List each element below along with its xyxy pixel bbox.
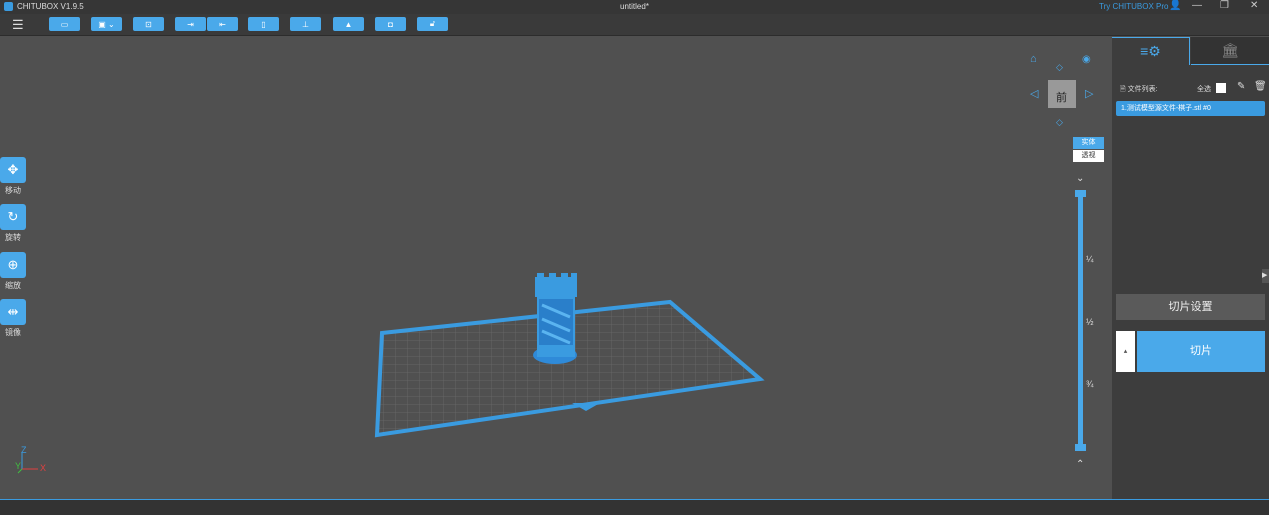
hollow-button[interactable]: ◘ — [375, 17, 406, 31]
minimize-icon[interactable]: — — [1192, 0, 1202, 11]
slider-top-handle[interactable] — [1075, 190, 1086, 197]
perspective-button[interactable]: 透视 — [1073, 150, 1104, 162]
move-icon: ✥ — [0, 157, 26, 183]
select-all-label: 全选 — [1197, 86, 1211, 93]
select-all-button[interactable]: ⊡ — [133, 17, 164, 31]
title-bar: CHITUBOX V1.9.5 untitled* Try CHITUBOX P… — [0, 0, 1269, 14]
rotate-icon: ↻ — [0, 204, 26, 230]
slice-settings-button[interactable]: 切片设置 — [1116, 294, 1265, 320]
mirror-tool[interactable]: ⇹ 镜像 — [0, 299, 26, 338]
collapse-panel-icon[interactable]: ▶ — [1262, 269, 1269, 283]
support-button[interactable]: ▲ — [333, 17, 364, 31]
open-button[interactable]: ▭ — [49, 17, 80, 31]
file-list-item[interactable]: 1.测试模型源文件-棋子.stl #0 — [1116, 101, 1265, 116]
machine-icon: 🏛︎ — [1221, 42, 1239, 58]
chess-rook-model[interactable] — [533, 273, 577, 364]
rotate-down-icon[interactable]: ◇ — [1056, 117, 1063, 127]
slice-options-toggle[interactable]: ▴ — [1116, 331, 1135, 372]
build-plate: Z Y X ⌄ ⌃ ¼ ½ ¾ ⌂ ◉ ◇ ◁ ▷ ◇ 前 — [15, 53, 1094, 474]
edit-icon[interactable]: ✎ — [1237, 81, 1245, 92]
select-all-checkbox[interactable] — [1216, 83, 1226, 93]
scale-label: 缩放 — [5, 281, 21, 290]
slider-mark: ¾ — [1086, 379, 1094, 389]
move-label: 移动 — [5, 186, 21, 195]
axis-x-label: X — [40, 463, 46, 473]
user-icon[interactable]: 👤 — [1169, 0, 1181, 11]
rotate-right-icon[interactable]: ▷ — [1085, 88, 1094, 100]
restore-icon[interactable]: ❐ — [1220, 0, 1229, 11]
lock-button[interactable]: 🔓︎ — [417, 17, 448, 31]
solid-view-button[interactable]: 实体 — [1073, 137, 1104, 149]
3d-viewport[interactable]: Z Y X ⌄ ⌃ ¼ ½ ¾ ⌂ ◉ ◇ ◁ ▷ ◇ 前 实体 透视 ✥ 移动 … — [0, 37, 1112, 500]
try-pro-link[interactable]: Try CHITUBOX Pro — [1099, 2, 1168, 11]
export-button[interactable]: ⇤ — [207, 17, 238, 31]
axis-z-label: Z — [21, 445, 27, 455]
home-view-icon[interactable]: ⌂ — [1030, 53, 1037, 65]
axis-y-label: Y — [15, 461, 21, 471]
hamburger-icon[interactable]: ☰ — [12, 17, 24, 33]
rotate-up-icon[interactable]: ◇ — [1056, 62, 1063, 72]
status-bar — [0, 499, 1269, 515]
slider-mark: ¼ — [1086, 254, 1094, 264]
file-button[interactable]: ▯ — [248, 17, 279, 31]
view-cube[interactable]: 前 — [1048, 80, 1076, 108]
slice-button[interactable]: 切片 — [1137, 331, 1265, 372]
rotate-tool[interactable]: ↻ 旋转 — [0, 204, 26, 243]
slider-up-arrow-icon[interactable]: ⌄ — [1076, 173, 1084, 184]
file-list-label: 🗎 文件列表: — [1120, 86, 1158, 93]
tab-files[interactable]: ≡⚙ — [1112, 37, 1190, 65]
layout-button[interactable]: ⊥ — [290, 17, 321, 31]
mirror-label: 镜像 — [5, 328, 21, 337]
scale-icon: ⊕ — [0, 252, 26, 278]
rotate-label: 旋转 — [5, 233, 21, 242]
save-button[interactable]: ▣ ⌄ — [91, 17, 122, 31]
mirror-icon: ⇹ — [0, 299, 26, 325]
document-title: untitled* — [620, 2, 649, 11]
move-tool[interactable]: ✥ 移动 — [0, 157, 26, 196]
right-panel: ≡⚙ 🏛︎ 🗎 文件列表: 全选 ✎ 🗑︎ 1.测试模型源文件-棋子.stl #… — [1112, 37, 1269, 500]
slider-bottom-handle[interactable] — [1075, 444, 1086, 451]
settings-list-icon: ≡⚙ — [1140, 43, 1161, 59]
cube-face-label: 前 — [1056, 90, 1067, 104]
close-icon[interactable]: ✕ — [1250, 0, 1258, 11]
slider-down-arrow-icon[interactable]: ⌃ — [1076, 459, 1084, 470]
layer-slider-track[interactable] — [1078, 193, 1083, 449]
tab-machine[interactable]: 🏛︎ — [1191, 37, 1269, 65]
rotate-left-icon[interactable]: ◁ — [1030, 88, 1039, 100]
toolbar: ☰ ▭ ▣ ⌄ ⊡ ⇥ ⇤ ▯ ⊥ ▲ ◘ 🔓︎ — [0, 14, 1269, 36]
trash-icon[interactable]: 🗑︎ — [1254, 81, 1267, 92]
slider-mark: ½ — [1086, 317, 1094, 327]
import-button[interactable]: ⇥ — [175, 17, 206, 31]
scale-tool[interactable]: ⊕ 缩放 — [0, 252, 26, 291]
eye-icon[interactable]: ◉ — [1082, 54, 1091, 65]
file-icon: 🗎 — [1120, 86, 1128, 93]
